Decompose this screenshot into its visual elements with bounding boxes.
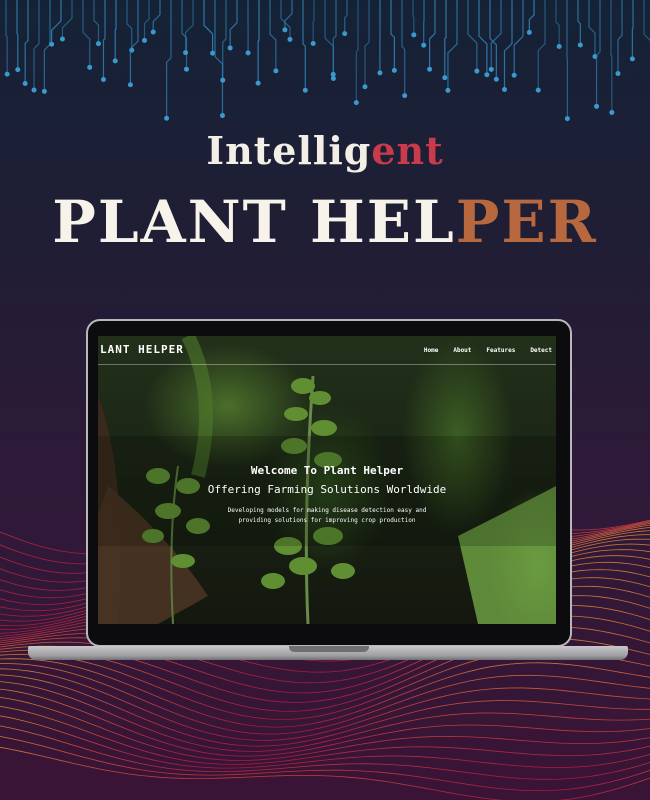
nav-link-features[interactable]: Features	[486, 347, 515, 354]
website-navbar: LANT HELPER Home About Features Detect	[98, 336, 556, 365]
laptop-notch	[289, 646, 369, 652]
hero-subtitle: Offering Farming Solutions Worldwide	[207, 483, 447, 496]
nav-link-home[interactable]: Home	[424, 347, 438, 354]
hero-description-line-2: providing solutions for improving crop p…	[238, 517, 416, 524]
headline-intelligent: Intelligent	[0, 128, 650, 173]
headline-intelligent-accent: ent	[371, 128, 444, 173]
headline-intelligent-main: Intellig	[206, 128, 372, 173]
nav-link-detect[interactable]: Detect	[530, 347, 552, 354]
website-nav-links: Home About Features Detect	[424, 347, 552, 354]
laptop-screen: LANT HELPER Home About Features Detect W…	[98, 336, 556, 624]
hero-description-line-1: Developing models for making disease det…	[227, 507, 427, 514]
headline-plant-helper-main: PLANT HEL	[52, 188, 456, 256]
headline-plant-helper-accent: PER	[455, 188, 598, 256]
website-logo[interactable]: LANT HELPER	[100, 343, 184, 356]
hero-description: Developing models for making disease det…	[98, 506, 556, 526]
headline-plant-helper: PLANT HELPER	[0, 188, 650, 256]
nav-link-about[interactable]: About	[453, 347, 471, 354]
plant-background-image	[98, 336, 556, 624]
hero-title: Welcome To Plant Helper	[250, 464, 404, 477]
circuit-decoration	[4, 0, 650, 122]
